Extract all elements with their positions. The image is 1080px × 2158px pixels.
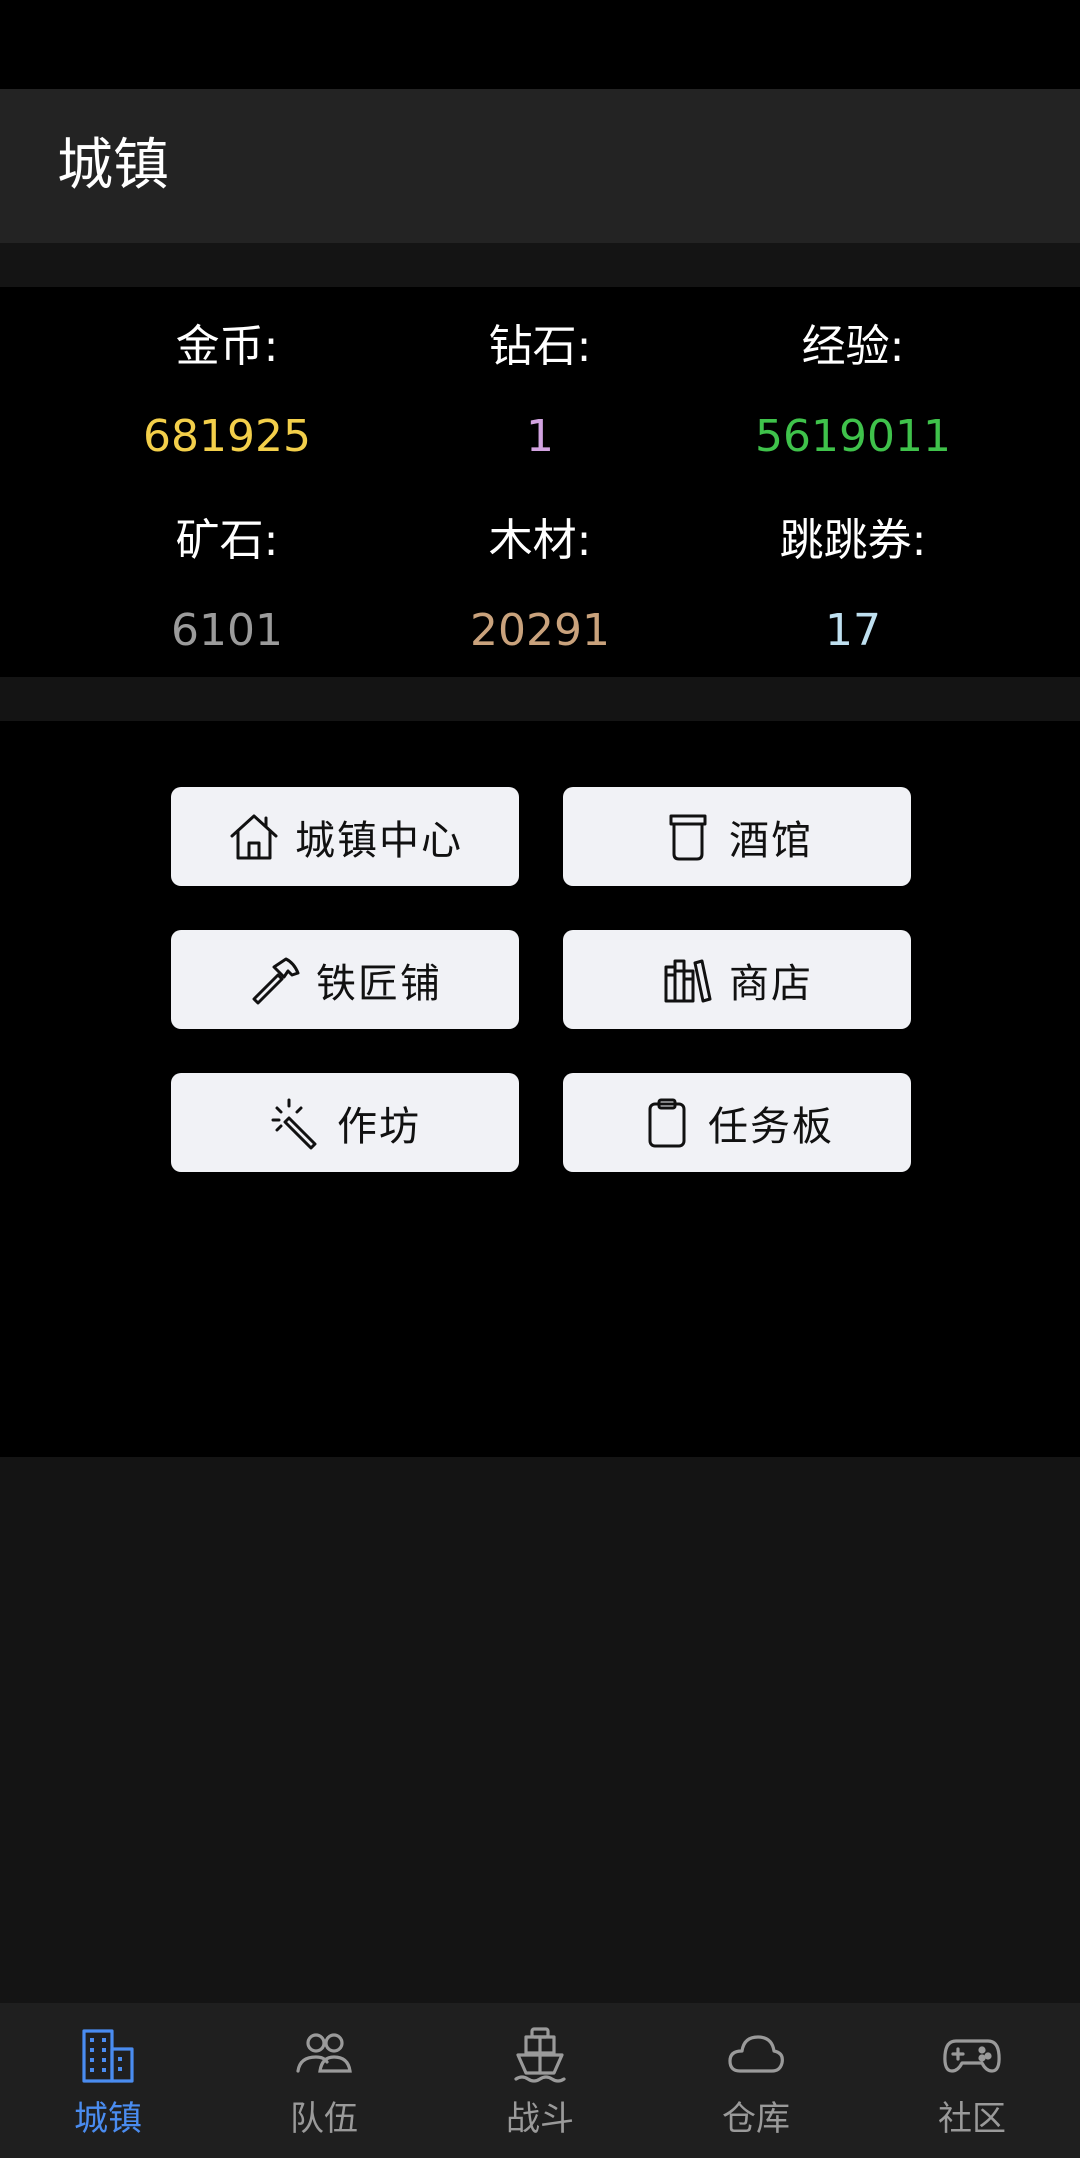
stat-ore: 矿石: 6101	[47, 511, 407, 661]
clipboard-icon	[640, 1096, 694, 1150]
town-menu: 城镇中心 酒馆 铁匠铺 商店 作坊 任务板	[0, 721, 1080, 1457]
ship-icon	[510, 2025, 570, 2085]
button-label: 任务板	[708, 1103, 834, 1150]
tab-community[interactable]: 社区	[864, 2003, 1080, 2158]
stat-wood: 木材: 20291	[360, 511, 720, 661]
stat-diamond: 钻石: 1	[360, 317, 720, 467]
cup-icon	[661, 810, 715, 864]
resource-stats-panel: 金币: 681925 钻石: 1 经验: 5619011 矿石: 6101 木材…	[0, 287, 1080, 677]
tab-town[interactable]: 城镇	[0, 2003, 216, 2158]
divider	[0, 677, 1080, 721]
tab-label: 队伍	[290, 2099, 358, 2139]
tab-label: 城镇	[74, 2099, 142, 2139]
town-center-button[interactable]: 城镇中心	[171, 787, 519, 886]
tab-warehouse[interactable]: 仓库	[648, 2003, 864, 2158]
page-title: 城镇	[57, 133, 169, 198]
divider	[0, 243, 1080, 287]
stat-label: 钻石:	[488, 321, 592, 372]
quest-board-button[interactable]: 任务板	[563, 1073, 911, 1172]
stat-value: 5619011	[755, 411, 951, 462]
stat-value: 1	[526, 411, 554, 462]
gamepad-icon	[942, 2025, 1002, 2085]
button-label: 作坊	[337, 1103, 421, 1150]
tab-battle[interactable]: 战斗	[432, 2003, 648, 2158]
stat-label: 经验:	[801, 321, 905, 372]
tavern-button[interactable]: 酒馆	[563, 787, 911, 886]
people-icon	[294, 2025, 354, 2085]
stat-value: 20291	[470, 605, 610, 656]
status-bar	[0, 0, 1080, 89]
blacksmith-button[interactable]: 铁匠铺	[171, 930, 519, 1029]
buildings-icon	[78, 2025, 138, 2085]
header-bar: 城镇	[0, 89, 1080, 243]
shop-button[interactable]: 商店	[563, 930, 911, 1029]
tab-label: 仓库	[722, 2099, 790, 2139]
magic-wand-icon	[269, 1096, 323, 1150]
stat-value: 6101	[171, 605, 283, 656]
stat-experience: 经验: 5619011	[673, 317, 1033, 467]
button-label: 铁匠铺	[316, 960, 442, 1007]
content-background	[0, 1457, 1080, 2003]
workshop-button[interactable]: 作坊	[171, 1073, 519, 1172]
button-label: 城镇中心	[295, 817, 463, 864]
stat-label: 木材:	[488, 515, 592, 566]
stat-gold: 金币: 681925	[47, 317, 407, 467]
stat-label: 金币:	[175, 321, 279, 372]
bottom-tab-bar: 城镇 队伍 战斗 仓库 社区	[0, 2003, 1080, 2158]
tab-team[interactable]: 队伍	[216, 2003, 432, 2158]
stat-label: 矿石:	[175, 515, 279, 566]
books-icon	[661, 953, 715, 1007]
stat-value: 17	[825, 605, 881, 656]
hammer-icon	[248, 953, 302, 1007]
house-icon	[227, 810, 281, 864]
button-label: 酒馆	[729, 817, 813, 864]
cloud-icon	[726, 2025, 786, 2085]
stat-value: 681925	[143, 411, 311, 462]
stat-label: 跳跳券:	[779, 515, 927, 566]
tab-label: 战斗	[506, 2099, 574, 2139]
button-label: 商店	[729, 960, 813, 1007]
tab-label: 社区	[938, 2099, 1006, 2139]
stat-jump-ticket: 跳跳券: 17	[673, 511, 1033, 661]
